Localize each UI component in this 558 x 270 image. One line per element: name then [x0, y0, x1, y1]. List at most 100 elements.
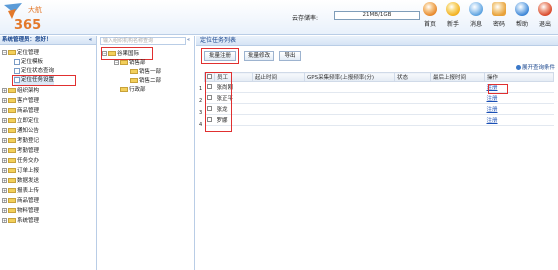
nav-beginner-button[interactable]: 新手	[442, 2, 464, 32]
folder-icon	[8, 178, 16, 183]
highlight-box-batch-register	[201, 48, 239, 64]
column-header-time-range[interactable]: 起止时间	[252, 72, 305, 82]
collapse-toggle-icon[interactable]: −	[2, 50, 7, 55]
sidebar-item-attendance-management[interactable]: + 考勤管理	[2, 147, 39, 156]
sidebar-item-notice[interactable]: + 通知公告	[2, 127, 39, 136]
sidebar-greeting: 系统管理员：您好！	[2, 37, 52, 43]
sidebar-item-data-send[interactable]: + 数据发送	[2, 177, 39, 186]
nav-exit-button[interactable]: 退出	[534, 2, 556, 32]
main-content: 定位任务列表 批量注册 批量修改 导出 展开查询条件 员工 起止时间 GPS采集…	[196, 36, 558, 270]
collapse-org-panel-icon[interactable]: «	[187, 37, 190, 43]
last-report-cell	[430, 81, 485, 93]
beginner-icon	[446, 2, 460, 16]
column-header-last-report[interactable]: 最后上报时间	[430, 72, 485, 82]
expand-toggle-icon[interactable]: +	[2, 138, 7, 143]
column-header-action[interactable]: 操作	[484, 72, 554, 82]
gps-frequency-cell	[304, 114, 395, 126]
expand-toggle-icon[interactable]: +	[2, 128, 7, 133]
sidebar-item-label: 客户管理	[17, 98, 40, 104]
highlight-box-register-link	[488, 84, 508, 94]
collapse-sidebar-icon[interactable]: «	[87, 37, 94, 44]
highlight-box-employees	[205, 72, 232, 132]
time-range-cell	[252, 81, 305, 93]
batch-edit-button[interactable]: 批量修改	[244, 51, 274, 61]
folder-icon	[8, 138, 16, 143]
storage-usage-bar: 21MB/1GB	[334, 11, 420, 20]
sidebar-item-label: 商品管理	[17, 198, 40, 204]
export-button[interactable]: 导出	[279, 51, 301, 61]
sidebar-item-product[interactable]: + 商品管理	[2, 107, 39, 116]
folder-icon	[8, 158, 16, 163]
app-logo[interactable]: 大航 365	[2, 1, 46, 34]
org-search-input[interactable]: 输入组织机构名称查询	[100, 37, 186, 45]
sidebar-item-material[interactable]: + 物料管理	[2, 207, 39, 216]
expand-toggle-icon[interactable]: +	[2, 188, 7, 193]
expand-toggle-icon[interactable]: +	[2, 178, 7, 183]
expand-toggle-icon[interactable]: +	[2, 88, 7, 93]
expand-toggle-icon[interactable]: +	[2, 158, 7, 163]
column-header-gps-frequency[interactable]: GPS采集频率(上报频率(分)	[304, 72, 395, 82]
folder-icon	[8, 108, 16, 113]
sidebar-item-instant-locate[interactable]: + 立即定位	[2, 117, 39, 126]
expand-query-label: 展开查询条件	[521, 65, 555, 71]
sidebar-item-label: 通知公告	[17, 128, 40, 134]
logo-small-text: 大航	[28, 5, 42, 14]
time-range-cell	[252, 92, 305, 104]
sidebar-item-label: 组织架构	[17, 88, 40, 94]
expand-query-toggle[interactable]: 展开查询条件	[515, 63, 555, 71]
sidebar-item-org-structure[interactable]: + 组织架构	[2, 87, 39, 96]
sidebar-item-label: 商品管理	[17, 108, 40, 114]
expand-toggle-icon[interactable]: +	[2, 208, 7, 213]
exit-icon	[538, 2, 552, 16]
nav-password-button[interactable]: 密码	[488, 2, 510, 32]
expand-toggle-icon[interactable]: +	[2, 118, 7, 123]
nav-home-button[interactable]: 首页	[419, 2, 441, 32]
sidebar-item-order-report[interactable]: + 订单上报	[2, 167, 39, 176]
sidebar-item-label: 报表上传	[17, 188, 40, 194]
sidebar-item-product-2[interactable]: + 商品管理	[2, 197, 39, 206]
nav-help-button[interactable]: 帮助	[511, 2, 533, 32]
sidebar-item-task-assign[interactable]: + 任务交办	[2, 157, 39, 166]
nav-password-label: 密码	[492, 21, 505, 28]
org-node-admin[interactable]: 行政部	[120, 86, 146, 95]
expand-toggle-icon[interactable]: +	[2, 148, 7, 153]
last-report-cell	[430, 103, 485, 115]
collapse-toggle-icon[interactable]: −	[114, 60, 119, 65]
org-node-sales-2[interactable]: 销售二部	[130, 77, 161, 86]
expand-toggle-icon[interactable]: +	[2, 168, 7, 173]
column-header-status[interactable]: 状态	[394, 72, 431, 82]
register-link[interactable]: 注册	[487, 118, 498, 124]
expand-toggle-icon[interactable]: +	[2, 98, 7, 103]
nav-home-label: 首页	[423, 21, 436, 28]
org-node-sales-1[interactable]: 销售一部	[130, 68, 161, 77]
sidebar-item-label: 立即定位	[17, 118, 40, 124]
sidebar-item-label: 定位管理	[17, 50, 40, 56]
time-range-cell	[252, 103, 305, 115]
document-icon	[14, 58, 20, 65]
expand-toggle-icon[interactable]: +	[2, 108, 7, 113]
folder-icon	[8, 98, 16, 103]
expand-toggle-icon[interactable]: +	[2, 218, 7, 223]
sidebar-item-report-upload[interactable]: + 报表上传	[2, 187, 39, 196]
folder-icon	[8, 50, 16, 55]
sidebar-item-attendance-register[interactable]: + 考勤登记	[2, 137, 39, 146]
folder-icon	[8, 128, 16, 133]
sidebar-item-label: 定位状态查询	[21, 68, 55, 74]
sidebar-item-system[interactable]: + 系统管理	[2, 217, 39, 226]
row-number: 3	[199, 110, 203, 116]
sidebar-item-customer[interactable]: + 客户管理	[2, 97, 39, 106]
nav-message-label: 消息	[469, 21, 482, 28]
highlight-box-sidebar	[12, 75, 76, 86]
folder-icon	[8, 188, 16, 193]
nav-message-button[interactable]: 消息	[465, 2, 487, 32]
sidebar-item-location-template[interactable]: 定位模板	[14, 58, 43, 67]
sidebar-item-location-management[interactable]: − 定位管理	[2, 49, 39, 58]
register-link[interactable]: 注册	[487, 107, 498, 113]
register-link[interactable]: 注册	[487, 96, 498, 102]
org-tree-panel: 输入组织机构名称查询 « − 谷果国际 − 销售部 销售一部 销售二部 行政部	[98, 36, 195, 270]
expand-toggle-icon[interactable]: +	[2, 198, 7, 203]
org-node-label: 行政部	[129, 87, 146, 93]
org-node-sales[interactable]: − 销售部	[114, 59, 146, 68]
storage-label: 云存储率:	[292, 15, 319, 22]
task-table: 员工 起止时间 GPS采集频率(上报频率(分) 状态 最后上报时间 操作 张尚刚…	[204, 72, 554, 126]
